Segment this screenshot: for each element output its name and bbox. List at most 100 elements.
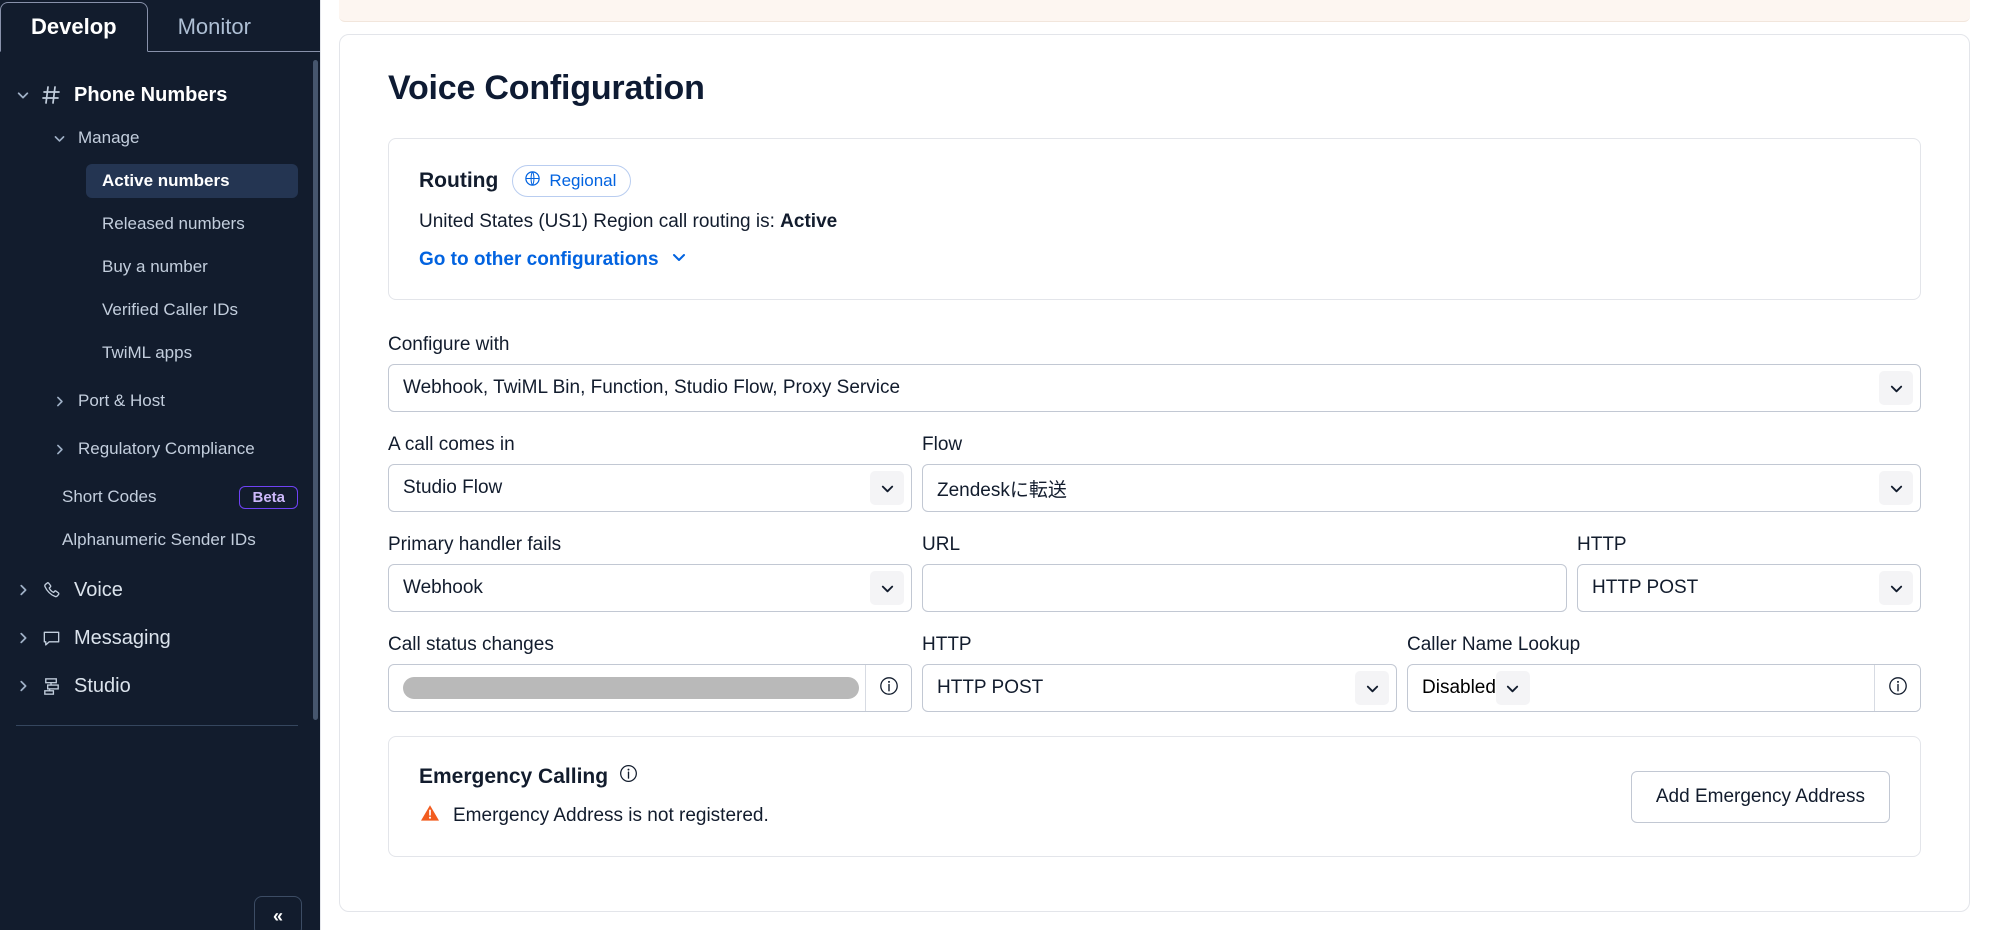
- routing-card: Routing Regional United States (US1) Reg…: [388, 138, 1921, 300]
- main-content: Voice Configuration Routing Regional Uni…: [320, 0, 2000, 930]
- beta-badge: Beta: [239, 485, 298, 509]
- routing-title: Routing: [419, 169, 499, 192]
- chevron-right-icon: [10, 583, 36, 597]
- routing-header: Routing Regional: [419, 165, 1890, 197]
- emergency-address-warning: Emergency Address is not registered.: [419, 802, 769, 830]
- app-root: Develop Monitor Phone Numbers Manage Act…: [0, 0, 2000, 930]
- sidebar-collapse-button[interactable]: «: [254, 896, 302, 930]
- go-to-other-configurations-link[interactable]: Go to other configurations: [419, 249, 687, 271]
- call-comes-in-row: A call comes in Studio Flow Flow Zendesk…: [388, 434, 1921, 512]
- sidebar-divider: [16, 725, 298, 726]
- fallback-http-select[interactable]: HTTP POST: [1577, 564, 1921, 612]
- sidebar-item-port-host[interactable]: Port & Host: [0, 384, 320, 418]
- sidebar-item-manage[interactable]: Manage: [0, 121, 320, 155]
- call-status-changes-field[interactable]: [388, 664, 912, 712]
- add-emergency-address-button[interactable]: Add Emergency Address: [1630, 770, 1890, 823]
- fallback-http-label: HTTP: [1577, 534, 1627, 555]
- status-http-select[interactable]: HTTP POST: [922, 664, 1397, 712]
- fallback-url-input[interactable]: [922, 564, 1567, 612]
- voice-configuration-panel: Voice Configuration Routing Regional Uni…: [339, 34, 1970, 912]
- routing-region-badge-label: Regional: [549, 171, 617, 190]
- phone-icon: [36, 580, 66, 601]
- sidebar-nav: Phone Numbers Manage Active numbers Rele…: [0, 52, 320, 766]
- sidebar-item-studio[interactable]: Studio: [0, 669, 320, 703]
- info-icon[interactable]: [618, 763, 639, 790]
- go-to-other-configurations-label: Go to other configurations: [419, 249, 659, 270]
- chevron-down-icon: [870, 571, 904, 605]
- fallback-http-value: HTTP POST: [1592, 577, 1699, 598]
- flow-value: Zendeskに転送: [937, 479, 1067, 501]
- chevron-down-icon: [870, 471, 904, 505]
- caller-name-lookup-field[interactable]: Disabled: [1407, 664, 1921, 712]
- call-status-changes-input[interactable]: [389, 665, 865, 711]
- chat-bubble-icon: [36, 628, 66, 649]
- sidebar: Develop Monitor Phone Numbers Manage Act…: [0, 0, 320, 930]
- sidebar-item-released-numbers-label: Released numbers: [102, 214, 245, 233]
- primary-handler-fails-label: Primary handler fails: [388, 534, 562, 555]
- caller-name-lookup-info-button[interactable]: [1874, 665, 1920, 711]
- sidebar-clipped-text: [0, 756, 320, 766]
- redacted-value-overlay: [403, 677, 859, 699]
- routing-status-value: Active: [780, 211, 838, 232]
- chevron-down-icon: [671, 249, 687, 271]
- sidebar-item-buy-a-number-label: Buy a number: [102, 257, 208, 276]
- sidebar-scrollbar[interactable]: [313, 60, 318, 720]
- configure-with-label: Configure with: [388, 334, 510, 355]
- studio-flow-icon: [36, 676, 66, 697]
- chevron-right-icon: [46, 443, 72, 456]
- sidebar-tabs: Develop Monitor: [0, 0, 320, 52]
- call-comes-in-label: A call comes in: [388, 434, 515, 455]
- configure-with-row: Configure with Webhook, TwiML Bin, Funct…: [388, 334, 1921, 412]
- info-icon: [1887, 675, 1909, 702]
- chevron-down-icon: [1879, 571, 1913, 605]
- caller-name-lookup-label: Caller Name Lookup: [1407, 634, 1581, 655]
- flow-select[interactable]: Zendeskに転送: [922, 464, 1921, 512]
- configure-with-select[interactable]: Webhook, TwiML Bin, Function, Studio Flo…: [388, 364, 1921, 412]
- routing-status: United States (US1) Region call routing …: [419, 211, 1890, 233]
- routing-status-prefix: United States (US1) Region call routing …: [419, 211, 781, 232]
- sidebar-item-buy-a-number[interactable]: Buy a number: [86, 250, 298, 284]
- sidebar-item-twiml-apps-label: TwiML apps: [102, 343, 193, 362]
- call-status-changes-label: Call status changes: [388, 634, 554, 655]
- warning-triangle-icon: [419, 802, 441, 830]
- sidebar-item-regulatory-compliance-label: Regulatory Compliance: [78, 439, 255, 458]
- chevron-down-icon: [1879, 371, 1913, 405]
- sidebar-item-phone-numbers-label: Phone Numbers: [74, 83, 228, 106]
- tab-monitor[interactable]: Monitor: [148, 2, 281, 52]
- page-title: Voice Configuration: [388, 69, 705, 107]
- tab-monitor-label: Monitor: [177, 14, 251, 39]
- call-status-changes-row: Call status changes HTTP HTTP POST Calle…: [388, 634, 1921, 712]
- sidebar-item-verified-caller-ids[interactable]: Verified Caller IDs: [86, 293, 298, 327]
- tab-develop[interactable]: Develop: [0, 2, 148, 52]
- primary-handler-fails-row: Primary handler fails Webhook URL HTTP H…: [388, 534, 1921, 612]
- call-status-changes-info-button[interactable]: [865, 665, 911, 711]
- sidebar-item-released-numbers[interactable]: Released numbers: [86, 207, 298, 241]
- sidebar-item-studio-label: Studio: [74, 674, 131, 697]
- call-comes-in-select[interactable]: Studio Flow: [388, 464, 912, 512]
- emergency-calling-info: Emergency Calling Emergency Address is n…: [419, 763, 769, 830]
- flow-label: Flow: [922, 434, 963, 455]
- emergency-calling-card: Emergency Calling Emergency Address is n…: [388, 736, 1921, 857]
- sidebar-item-short-codes-label: Short Codes: [62, 487, 157, 506]
- primary-handler-fails-select[interactable]: Webhook: [388, 564, 912, 612]
- caller-name-lookup-select[interactable]: Disabled: [1408, 665, 1874, 711]
- sidebar-item-short-codes[interactable]: Short Codes Beta: [62, 480, 298, 514]
- chevron-down-icon: [1495, 671, 1530, 705]
- sidebar-item-active-numbers[interactable]: Active numbers: [86, 164, 298, 198]
- sidebar-item-verified-caller-ids-label: Verified Caller IDs: [102, 300, 239, 319]
- chevron-right-icon: [10, 679, 36, 693]
- primary-handler-fails-value: Webhook: [403, 577, 483, 598]
- sidebar-item-voice[interactable]: Voice: [0, 573, 320, 607]
- sidebar-item-regulatory-compliance[interactable]: Regulatory Compliance: [0, 432, 320, 466]
- chevron-down-icon: [10, 88, 36, 102]
- chevron-down-icon: [1355, 671, 1389, 705]
- sidebar-item-messaging[interactable]: Messaging: [0, 621, 320, 655]
- sidebar-item-phone-numbers[interactable]: Phone Numbers: [0, 78, 320, 112]
- sidebar-item-alphanumeric-sender-ids[interactable]: Alphanumeric Sender IDs: [62, 523, 320, 557]
- double-chevron-left-icon: «: [272, 905, 283, 926]
- sidebar-item-twiml-apps[interactable]: TwiML apps: [86, 336, 298, 370]
- info-icon: [878, 675, 900, 702]
- caller-name-lookup-value: Disabled: [1422, 677, 1496, 698]
- sidebar-item-messaging-label: Messaging: [74, 626, 171, 649]
- chevron-down-icon: [46, 132, 72, 145]
